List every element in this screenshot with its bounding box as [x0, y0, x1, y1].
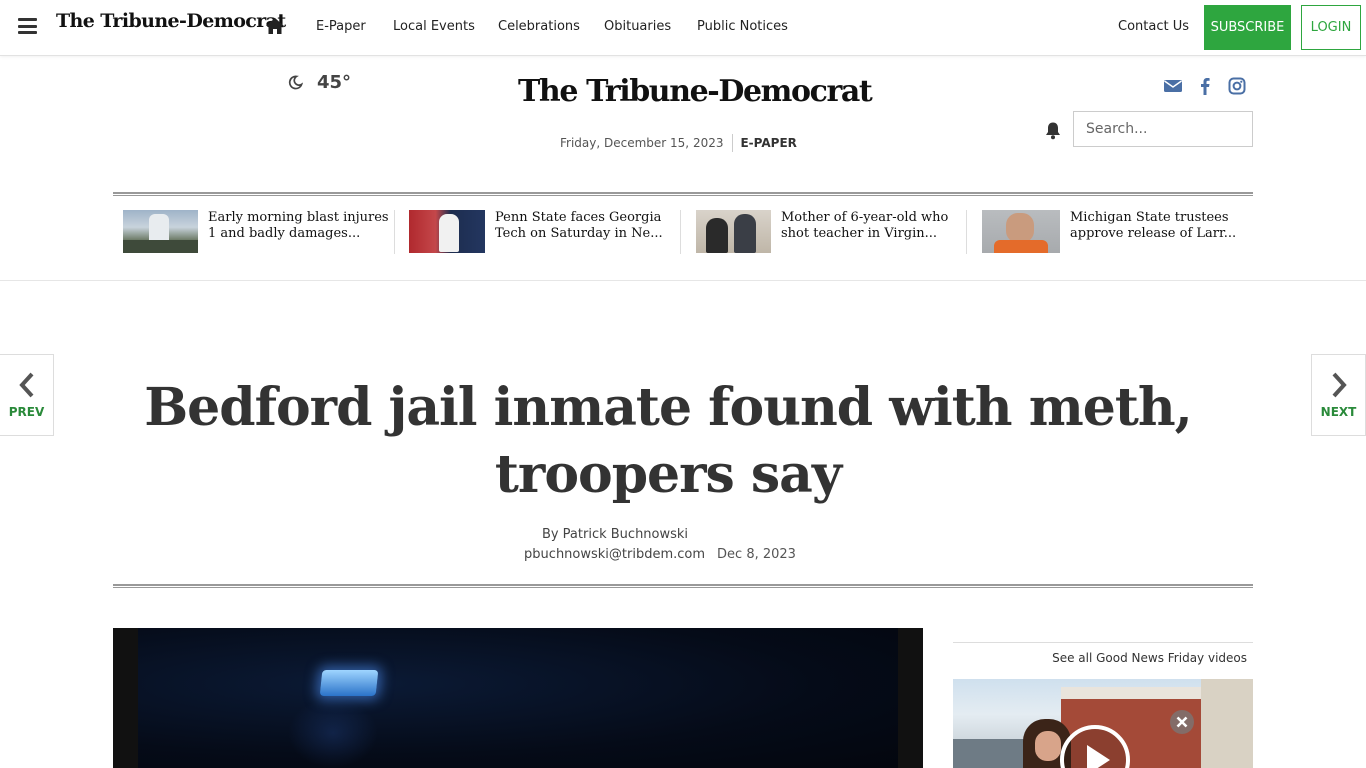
article-author[interactable]: By Patrick Buchnowski [0, 527, 1298, 542]
current-date: Friday, December 15, 2023 [560, 136, 724, 150]
instagram-icon[interactable] [1227, 76, 1247, 96]
trending-title[interactable]: Early morning blast injures 1 and badly … [208, 210, 390, 242]
bell-icon[interactable] [1044, 121, 1062, 140]
article-date: Dec 8, 2023 [717, 547, 796, 562]
play-icon[interactable] [1058, 723, 1132, 768]
nav-link-obituaries[interactable]: Obituaries [604, 19, 671, 34]
chevron-right-icon [1332, 372, 1347, 398]
masthead-logo[interactable]: The Tribune-Democrat [518, 74, 873, 109]
facebook-icon[interactable] [1195, 76, 1215, 96]
moon-icon [288, 75, 303, 90]
rule-bottom [113, 584, 1253, 588]
trending-thumbnail[interactable] [982, 210, 1060, 253]
article-video-player[interactable] [113, 628, 923, 768]
envelope-icon[interactable] [1163, 76, 1183, 96]
see-all-videos-link[interactable]: See all Good News Friday videos [953, 651, 1247, 665]
trending-thumbnail[interactable] [696, 210, 771, 253]
author-email[interactable]: pbuchnowski@tribdem.com [524, 547, 705, 562]
divider [680, 210, 681, 254]
trending-item[interactable]: Mother of 6-year-old who shot teacher in… [696, 210, 963, 256]
e-paper-link[interactable]: E-PAPER [740, 136, 796, 150]
rule-top [113, 192, 1253, 196]
nav-link-celebrations[interactable]: Celebrations [498, 19, 580, 34]
article-headline: Bedford jail inmate found with meth, tro… [144, 377, 1193, 505]
sidebar-video-player[interactable] [953, 679, 1253, 768]
article-meta: pbuchnowski@tribdem.com Dec 8, 2023 [0, 547, 1343, 562]
trending-thumbnail[interactable] [123, 210, 198, 253]
next-label: NEXT [1320, 405, 1357, 419]
divider [0, 280, 1366, 281]
login-button[interactable]: LOGIN [1301, 5, 1361, 50]
nav-link-local-events[interactable]: Local Events [393, 19, 475, 34]
trending-strip: Early morning blast injures 1 and badly … [113, 210, 1253, 256]
search-input[interactable] [1073, 111, 1253, 147]
weather-widget[interactable]: 45° [288, 72, 351, 93]
nav-link-e-paper[interactable]: E-Paper [316, 19, 366, 34]
trending-item[interactable]: Penn State faces Georgia Tech on Saturda… [409, 210, 677, 256]
trending-item[interactable]: Michigan State trustees approve release … [982, 210, 1252, 256]
trending-item[interactable]: Early morning blast injures 1 and badly … [123, 210, 390, 256]
house [1201, 679, 1253, 768]
close-icon[interactable] [1169, 709, 1195, 735]
social-links [1163, 76, 1247, 96]
nav-link-public-notices[interactable]: Public Notices [697, 19, 788, 34]
video-frame [138, 628, 898, 768]
nav-logo[interactable]: The Tribune-Democrat [56, 10, 286, 32]
top-nav-bar: The Tribune-Democrat E-Paper Local Event… [0, 0, 1366, 56]
divider [966, 210, 967, 254]
prev-label: PREV [8, 405, 45, 419]
trending-thumbnail[interactable] [409, 210, 485, 253]
menu-icon[interactable] [18, 18, 37, 34]
trending-title[interactable]: Mother of 6-year-old who shot teacher in… [781, 210, 963, 242]
divider [953, 642, 1253, 643]
prev-article-button[interactable]: PREV [0, 354, 54, 436]
contact-us-link[interactable]: Contact Us [1118, 19, 1189, 34]
video-glow [288, 698, 378, 768]
trending-title[interactable]: Penn State faces Georgia Tech on Saturda… [495, 210, 677, 242]
video-police-light [319, 670, 379, 696]
chevron-left-icon [18, 372, 33, 398]
home-icon[interactable] [265, 17, 285, 35]
divider [394, 210, 395, 254]
subscribe-button[interactable]: SUBSCRIBE [1204, 5, 1291, 50]
masthead-date-row: Friday, December 15, 2023 E-PAPER [560, 134, 797, 152]
next-article-button[interactable]: NEXT [1311, 354, 1366, 436]
trending-title[interactable]: Michigan State trustees approve release … [1070, 210, 1252, 242]
building-roof [1061, 687, 1201, 699]
temperature: 45° [317, 72, 352, 93]
divider [732, 134, 734, 152]
